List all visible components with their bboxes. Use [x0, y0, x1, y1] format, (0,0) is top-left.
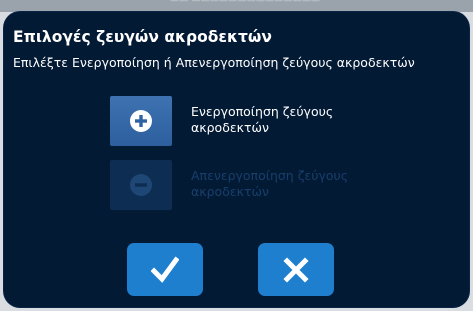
background-status-text: —— ——————————————: [170, 0, 321, 6]
dialog-subtitle: Επιλέξτε Ενεργοποίηση ή Απενεργοποίηση ζ…: [13, 55, 415, 70]
enable-pair-option[interactable]: Ενεργοποίηση ζεύγους ακροδεκτών: [110, 96, 410, 146]
cancel-button[interactable]: [258, 243, 334, 296]
minus-circle-icon: [130, 174, 152, 196]
plus-circle-icon: [130, 110, 152, 132]
pair-options-dialog: Επιλογές ζευγών ακροδεκτών Επιλέξτε Ενερ…: [4, 12, 469, 307]
x-icon: [283, 257, 309, 283]
enable-pair-label: Ενεργοποίηση ζεύγους ακροδεκτών: [191, 104, 334, 135]
disable-pair-label: Απενεργοποίηση ζεύγους ακροδεκτών: [191, 168, 349, 199]
confirm-button[interactable]: [127, 243, 203, 296]
disable-pair-button: [110, 160, 172, 210]
checkmark-icon: [151, 256, 179, 283]
disable-pair-option: Απενεργοποίηση ζεύγους ακροδεκτών: [110, 160, 410, 210]
dialog-title: Επιλογές ζευγών ακροδεκτών: [13, 28, 272, 46]
background-status-strip: —— ——————————————: [0, 0, 473, 12]
enable-pair-button[interactable]: [110, 96, 172, 146]
